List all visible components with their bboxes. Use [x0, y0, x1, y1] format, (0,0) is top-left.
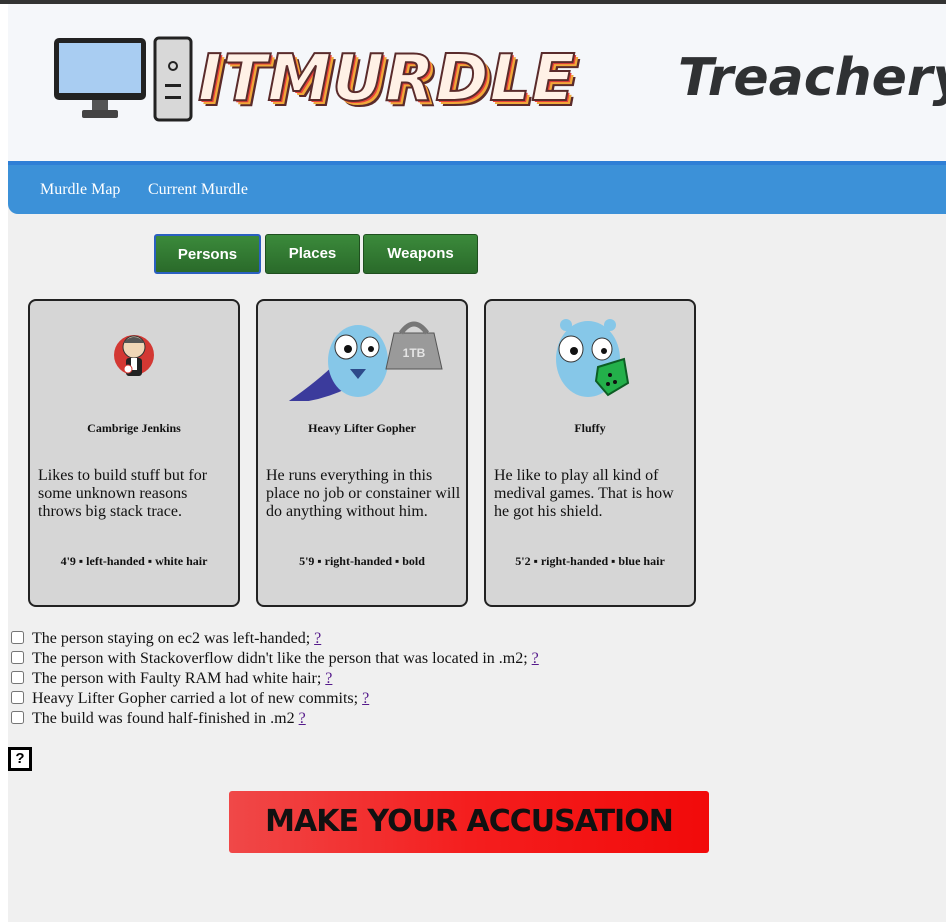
jenkins-butler-icon	[114, 335, 154, 376]
person-name: Fluffy	[574, 421, 606, 435]
clue-text: The person with Stackoverflow didn't lik…	[32, 650, 528, 667]
tab-persons[interactable]: Persons	[154, 234, 261, 274]
computer-icon	[54, 36, 193, 122]
site-logo[interactable]: ITMURDLE	[197, 34, 576, 124]
tab-weapons[interactable]: Weapons	[363, 234, 478, 274]
clue-text: The build was found half-finished in .m2	[32, 710, 295, 727]
clue-hint-link[interactable]: ?	[532, 650, 539, 667]
clue-hint-link[interactable]: ?	[314, 630, 321, 647]
navbar: Murdle Map Current Murdle	[8, 161, 946, 214]
nav-current-murdle[interactable]: Current Murdle	[148, 181, 248, 199]
site-tagline: Treachery ir	[678, 48, 946, 108]
person-description: He runs everything in this place no job …	[266, 467, 461, 520]
gopher-weight-icon: 1TB	[288, 321, 443, 401]
tab-places[interactable]: Places	[265, 234, 360, 274]
person-card[interactable]: Cambrige Jenkins Likes to build stuff bu…	[28, 299, 240, 607]
clue-text: Heavy Lifter Gopher carried a lot of new…	[32, 690, 359, 707]
clue-text: The person staying on ec2 was left-hande…	[32, 630, 311, 647]
header: ITMURDLE Treachery ir	[8, 4, 946, 161]
clue-hint-link[interactable]: ?	[299, 710, 306, 727]
person-description: Likes to build stuff but for some unknow…	[38, 467, 208, 520]
help-button[interactable]: ?	[8, 747, 32, 771]
person-name: Heavy Lifter Gopher	[308, 421, 416, 435]
clue-checkbox[interactable]	[11, 631, 24, 644]
person-card[interactable]: Fluffy He like to play all kind of mediv…	[484, 299, 696, 607]
person-description: He like to play all kind of medival game…	[494, 467, 674, 520]
page: ITMURDLE Treachery ir Murdle Map Current…	[8, 4, 946, 922]
clue-checkbox[interactable]	[11, 671, 24, 684]
person-traits: 5'9 ▪ right-handed ▪ bold	[299, 554, 425, 568]
clue-hint-link[interactable]: ?	[362, 690, 369, 707]
person-traits: 5'2 ▪ right-handed ▪ blue hair	[515, 554, 665, 568]
weight-label: 1TB	[403, 346, 426, 360]
clue-checkbox[interactable]	[11, 651, 24, 664]
gopher-shield-icon	[556, 319, 630, 397]
nav-murdle-map[interactable]: Murdle Map	[40, 181, 120, 199]
clue-checkbox[interactable]	[11, 711, 24, 724]
make-accusation-button[interactable]: MAKE YOUR ACCUSATION	[229, 791, 709, 853]
person-card[interactable]: 1TB Heavy Lifter Gopher He runs everythi…	[256, 299, 468, 607]
clue-hint-link[interactable]: ?	[325, 670, 332, 687]
clue-checkbox[interactable]	[11, 691, 24, 704]
person-name: Cambrige Jenkins	[87, 421, 181, 435]
clue-text: The person with Faulty RAM had white hai…	[32, 670, 322, 687]
person-traits: 4'9 ▪ left-handed ▪ white hair	[60, 554, 208, 568]
